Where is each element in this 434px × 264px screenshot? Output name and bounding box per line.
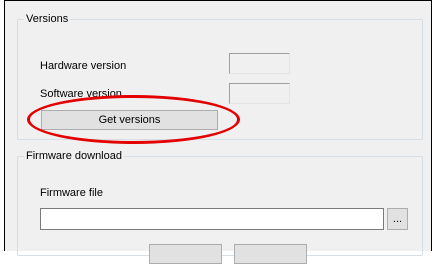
firmware-action-button-2[interactable] bbox=[234, 244, 307, 264]
hardware-version-field bbox=[229, 53, 290, 74]
versions-group: Versions Hardware version Software versi… bbox=[17, 12, 423, 140]
dialog-panel: Versions Hardware version Software versi… bbox=[4, 0, 432, 264]
firmware-file-label: Firmware file bbox=[40, 187, 103, 199]
get-versions-button[interactable]: Get versions bbox=[41, 110, 218, 130]
hardware-version-label: Hardware version bbox=[40, 60, 127, 72]
firmware-action-button-1[interactable] bbox=[149, 244, 222, 264]
software-version-label: Software version bbox=[40, 88, 122, 100]
versions-group-title: Versions bbox=[24, 12, 71, 26]
firmware-file-input[interactable] bbox=[40, 208, 384, 230]
browse-button[interactable]: ... bbox=[387, 208, 408, 230]
firmware-download-group: Firmware download Firmware file ... bbox=[17, 149, 423, 264]
firmware-download-group-title: Firmware download bbox=[24, 149, 124, 163]
software-version-field bbox=[229, 83, 290, 104]
